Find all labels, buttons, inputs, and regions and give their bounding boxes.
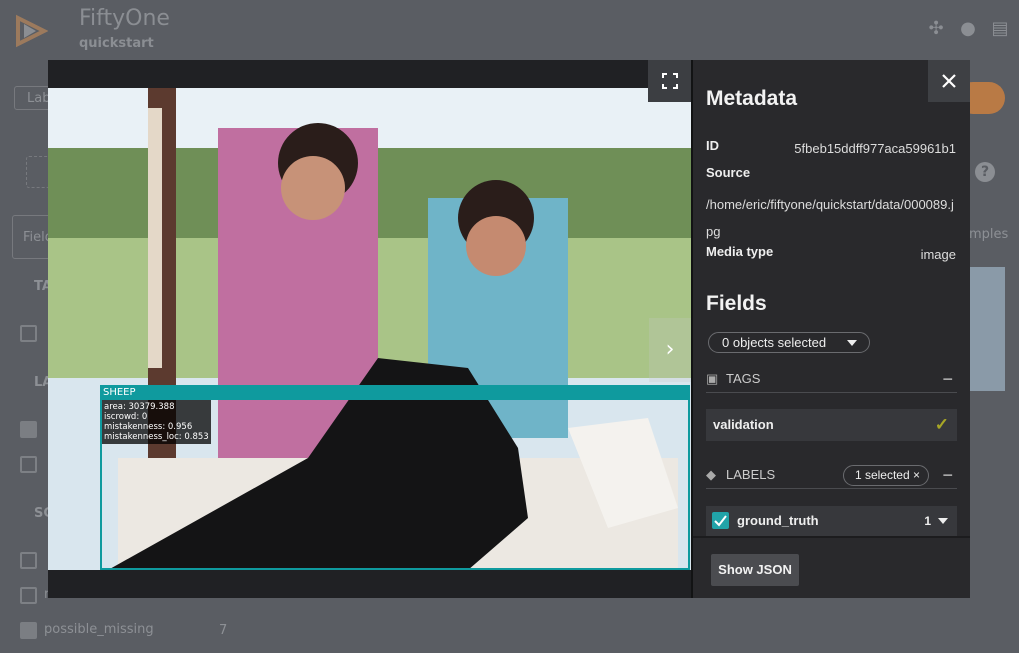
detection-bbox[interactable]: SHEEP area: 30379.388 iscrowd: 0 mistake… [100, 385, 690, 570]
docs-icon[interactable]: ▤ [989, 18, 1011, 40]
collapse-icon[interactable]: − [942, 365, 953, 393]
media-type-key: Media type [706, 244, 774, 259]
id-value: 5fbeb15ddff977aca59961b1 [794, 141, 956, 156]
fullscreen-button[interactable] [648, 60, 691, 102]
bg-samples-label: mples [969, 227, 1009, 242]
bg-sample-thumbnail[interactable] [969, 267, 1005, 391]
ground-truth-checkbox[interactable] [712, 512, 729, 529]
id-key: ID [706, 138, 719, 153]
dataset-name: quickstart [79, 36, 154, 51]
bg-checkbox[interactable] [20, 552, 37, 569]
app-title: FiftyOne [79, 6, 170, 31]
chevron-down-icon[interactable] [938, 518, 948, 524]
bg-checkbox[interactable] [20, 587, 37, 604]
ground-truth-count: 1 [924, 514, 931, 528]
bbox-attributes: area: 30379.388 iscrowd: 0 mistakenness:… [102, 400, 211, 444]
metadata-title: Metadata [706, 87, 798, 110]
show-json-button[interactable]: Show JSON [711, 554, 799, 586]
collapse-icon[interactable]: − [942, 461, 953, 489]
add-stage-box[interactable] [26, 156, 50, 188]
help-icon[interactable]: ? [975, 162, 995, 182]
checkmark-icon [714, 515, 727, 527]
source-key: Source [706, 165, 751, 180]
clear-selection-icon[interactable]: × [913, 468, 920, 482]
bg-possible-missing: possible_missing [44, 622, 154, 637]
sample-modal: SHEEP area: 30379.388 iscrowd: 0 mistake… [48, 60, 970, 598]
close-icon [942, 74, 956, 88]
bg-checkbox[interactable] [20, 622, 37, 639]
app-header: FiftyOne quickstart ✣ ● ▤ [0, 0, 1019, 62]
modal-sidebar: Metadata ID 5fbeb15ddff977aca59961b1 Sou… [693, 60, 970, 598]
slack-icon[interactable]: ✣ [925, 18, 947, 40]
sidebar-footer: Show JSON [693, 536, 970, 598]
labels-section-header[interactable]: ◆ LABELS 1 selected × − [706, 461, 957, 489]
bg-checkbox[interactable] [20, 325, 37, 342]
image-viewer[interactable]: SHEEP area: 30379.388 iscrowd: 0 mistake… [48, 60, 691, 598]
objects-selected-dropdown[interactable]: 0 objects selected [708, 332, 870, 353]
fields-title: Fields [706, 292, 767, 315]
fullscreen-icon [661, 73, 678, 89]
close-button[interactable] [928, 60, 970, 102]
source-value: /home/eric/fiftyone/quickstart/data/0000… [706, 197, 954, 239]
media-type-value: image [920, 247, 956, 262]
bg-possible-missing-count: 7 [219, 623, 228, 638]
tag-image-icon: ▣ [706, 371, 719, 386]
field-row-ground-truth[interactable]: ground_truth 1 [706, 506, 957, 536]
fields-search[interactable]: Field [12, 215, 53, 259]
chevron-down-icon [847, 340, 857, 346]
label-tag-icon: ◆ [706, 467, 716, 482]
tag-row-validation[interactable]: validation ✓ [706, 409, 957, 441]
tags-section-header[interactable]: ▣ TAGS − [706, 365, 957, 393]
fiftyone-logo-icon [16, 14, 48, 48]
check-icon: ✓ [934, 415, 949, 434]
labels-selected-badge[interactable]: 1 selected × [842, 465, 929, 486]
bg-checkbox[interactable] [20, 421, 37, 438]
bg-checkbox[interactable] [20, 456, 37, 473]
bbox-label: SHEEP [100, 385, 690, 400]
next-sample-button[interactable]: › [649, 318, 691, 382]
github-icon[interactable]: ● [957, 18, 979, 40]
